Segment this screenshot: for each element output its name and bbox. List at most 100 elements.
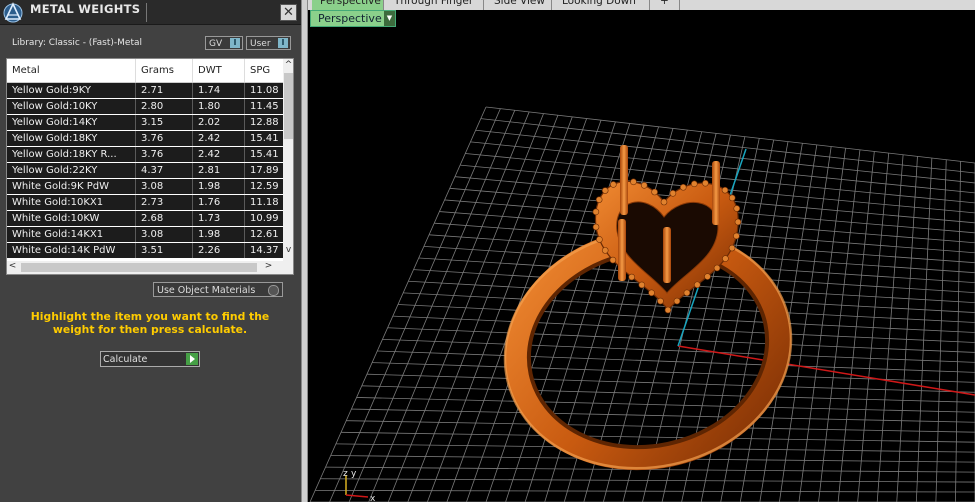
title-divider xyxy=(146,3,147,22)
grid-line xyxy=(818,149,861,502)
use-object-materials-checkbox[interactable]: Use Object Materials xyxy=(153,282,283,297)
halo-bead xyxy=(683,289,691,297)
cell-grams: 2.73 xyxy=(136,195,193,210)
halo-bead xyxy=(721,186,729,194)
metal-weights-panel: METAL WEIGHTS ✕ Library: Classic - (Fast… xyxy=(0,0,301,502)
halo-bead xyxy=(713,264,721,272)
tab-perspective[interactable]: Perspective xyxy=(312,0,384,10)
gizmo-x-label: x xyxy=(370,494,376,502)
cell-spg: 11.08 xyxy=(250,85,279,96)
cell-grams: 3.15 xyxy=(136,115,193,130)
calculate-button[interactable]: Calculate xyxy=(100,351,200,367)
cell-metal: Yellow Gold:9KY xyxy=(7,83,136,98)
halo-bead xyxy=(664,306,672,314)
scroll-right-icon[interactable]: > xyxy=(263,261,274,271)
halo-bead xyxy=(693,281,701,289)
table-row[interactable]: Yellow Gold:18KY 3.76 2.42 15.41 xyxy=(7,131,283,146)
cell-spg: 15.41 xyxy=(250,133,279,144)
scroll-up-icon[interactable]: ^ xyxy=(283,60,293,70)
cell-dwt: 1.73 xyxy=(193,211,245,226)
halo-bead xyxy=(601,247,609,254)
halo-bead xyxy=(648,289,655,297)
column-header-grams[interactable]: Grams xyxy=(136,59,193,82)
library-label: Library: Classic - (Fast)-Metal xyxy=(12,38,143,48)
halo-bead xyxy=(651,188,658,196)
column-header-spg[interactable]: SPG xyxy=(245,59,283,82)
prong-front xyxy=(618,219,626,281)
scroll-left-icon[interactable]: < xyxy=(7,261,18,271)
grid-line xyxy=(366,373,975,393)
table-row[interactable]: White Gold:14K PdW 3.51 2.26 14.37 xyxy=(7,243,283,258)
gv-toggle-label: GV xyxy=(209,39,223,49)
tab-looking-down[interactable]: Looking Down xyxy=(554,0,650,10)
table-row[interactable]: Yellow Gold:18KY R... 3.76 2.42 15.41 xyxy=(7,147,283,162)
cell-metal: White Gold:14KX1 xyxy=(7,227,136,242)
close-button[interactable]: ✕ xyxy=(280,4,297,21)
cell-spg: 11.18 xyxy=(250,197,279,208)
horizontal-scroll-thumb[interactable] xyxy=(21,263,257,272)
cell-metal: White Gold:10KW xyxy=(7,211,136,226)
halo-bead xyxy=(679,183,687,191)
horizontal-scrollbar[interactable]: < > xyxy=(7,261,293,274)
cell-grams: 2.80 xyxy=(136,99,193,114)
cell-dwt: 2.02 xyxy=(193,115,245,130)
table-row[interactable]: Yellow Gold:10KY 2.80 1.80 11.45 xyxy=(7,99,283,114)
cell-metal: Yellow Gold:22KY xyxy=(7,163,136,178)
table-row[interactable]: White Gold:9K PdW 3.08 1.98 12.59 xyxy=(7,179,283,194)
gv-toggle[interactable]: GV I xyxy=(205,36,243,50)
cell-dwt: 1.80 xyxy=(193,99,245,114)
ground-grid xyxy=(309,106,975,502)
cell-grams: 3.08 xyxy=(136,227,193,242)
user-toggle[interactable]: User I xyxy=(246,36,291,50)
table-row[interactable]: White Gold:14KX1 3.08 1.98 12.61 xyxy=(7,227,283,242)
view-mode-dropdown[interactable]: Perspective ▼ xyxy=(310,10,396,27)
cell-spg: 12.88 xyxy=(250,117,279,128)
table-row[interactable]: White Gold:10KX1 2.73 1.76 11.18 xyxy=(7,195,283,210)
tab-add[interactable]: + xyxy=(652,0,680,10)
cell-spg: 12.59 xyxy=(250,181,279,192)
cell-metal: Yellow Gold:18KY xyxy=(7,131,136,146)
vertical-scroll-thumb[interactable] xyxy=(284,73,293,139)
gizmo-y-label: y xyxy=(351,469,357,479)
tab-through-finger[interactable]: Through Finger xyxy=(386,0,484,10)
halo-bead xyxy=(733,205,741,212)
vertical-scrollbar[interactable]: ^ v xyxy=(283,59,293,261)
cell-grams: 3.51 xyxy=(136,243,193,258)
table-row[interactable]: Yellow Gold:22KY 4.37 2.81 17.89 xyxy=(7,163,283,178)
calculate-label: Calculate xyxy=(103,354,148,365)
scroll-down-icon[interactable]: v xyxy=(283,245,293,255)
panel-title: METAL WEIGHTS xyxy=(30,2,141,16)
radio-icon xyxy=(268,285,279,296)
grid-line xyxy=(837,151,875,502)
viewport-area: Perspective Through Finger Side View Loo… xyxy=(308,0,975,502)
column-header-metal[interactable]: Metal xyxy=(7,59,136,82)
cell-dwt: 1.76 xyxy=(193,195,245,210)
halo-bead xyxy=(630,178,637,186)
cell-spg: 15.41 xyxy=(250,149,279,160)
panel-titlebar[interactable]: METAL WEIGHTS ✕ xyxy=(0,0,301,25)
view-mode-label: Perspective xyxy=(318,12,382,25)
grid-line xyxy=(377,350,975,373)
table-row[interactable]: White Gold:10KW 2.68 1.73 10.99 xyxy=(7,211,283,226)
view-tabbar: Perspective Through Finger Side View Loo… xyxy=(308,0,975,10)
grid-line xyxy=(876,154,904,502)
halo-bead xyxy=(640,181,648,189)
table-row[interactable]: Yellow Gold:14KY 3.15 2.02 12.88 xyxy=(7,115,283,130)
tab-side-view[interactable]: Side View xyxy=(486,0,552,10)
cell-dwt: 1.98 xyxy=(193,227,245,242)
cell-grams: 3.76 xyxy=(136,131,193,146)
cell-metal: Yellow Gold:14KY xyxy=(7,115,136,130)
axis-gizmo: z y x xyxy=(343,469,376,502)
table-row[interactable]: Yellow Gold:9KY 2.71 1.74 11.08 xyxy=(7,83,283,98)
cell-dwt: 2.42 xyxy=(193,147,245,162)
cell-grams: 2.71 xyxy=(136,83,193,98)
cell-grams: 3.76 xyxy=(136,147,193,162)
toggle-on-icon: I xyxy=(278,38,288,48)
cell-spg: 14.37 xyxy=(250,245,279,256)
cell-dwt: 1.98 xyxy=(193,179,245,194)
panel-splitter[interactable] xyxy=(301,0,308,502)
3d-viewport[interactable]: z y x xyxy=(308,27,975,502)
column-header-dwt[interactable]: DWT xyxy=(193,59,245,82)
halo-bead xyxy=(728,244,736,252)
ring-model xyxy=(503,145,793,471)
